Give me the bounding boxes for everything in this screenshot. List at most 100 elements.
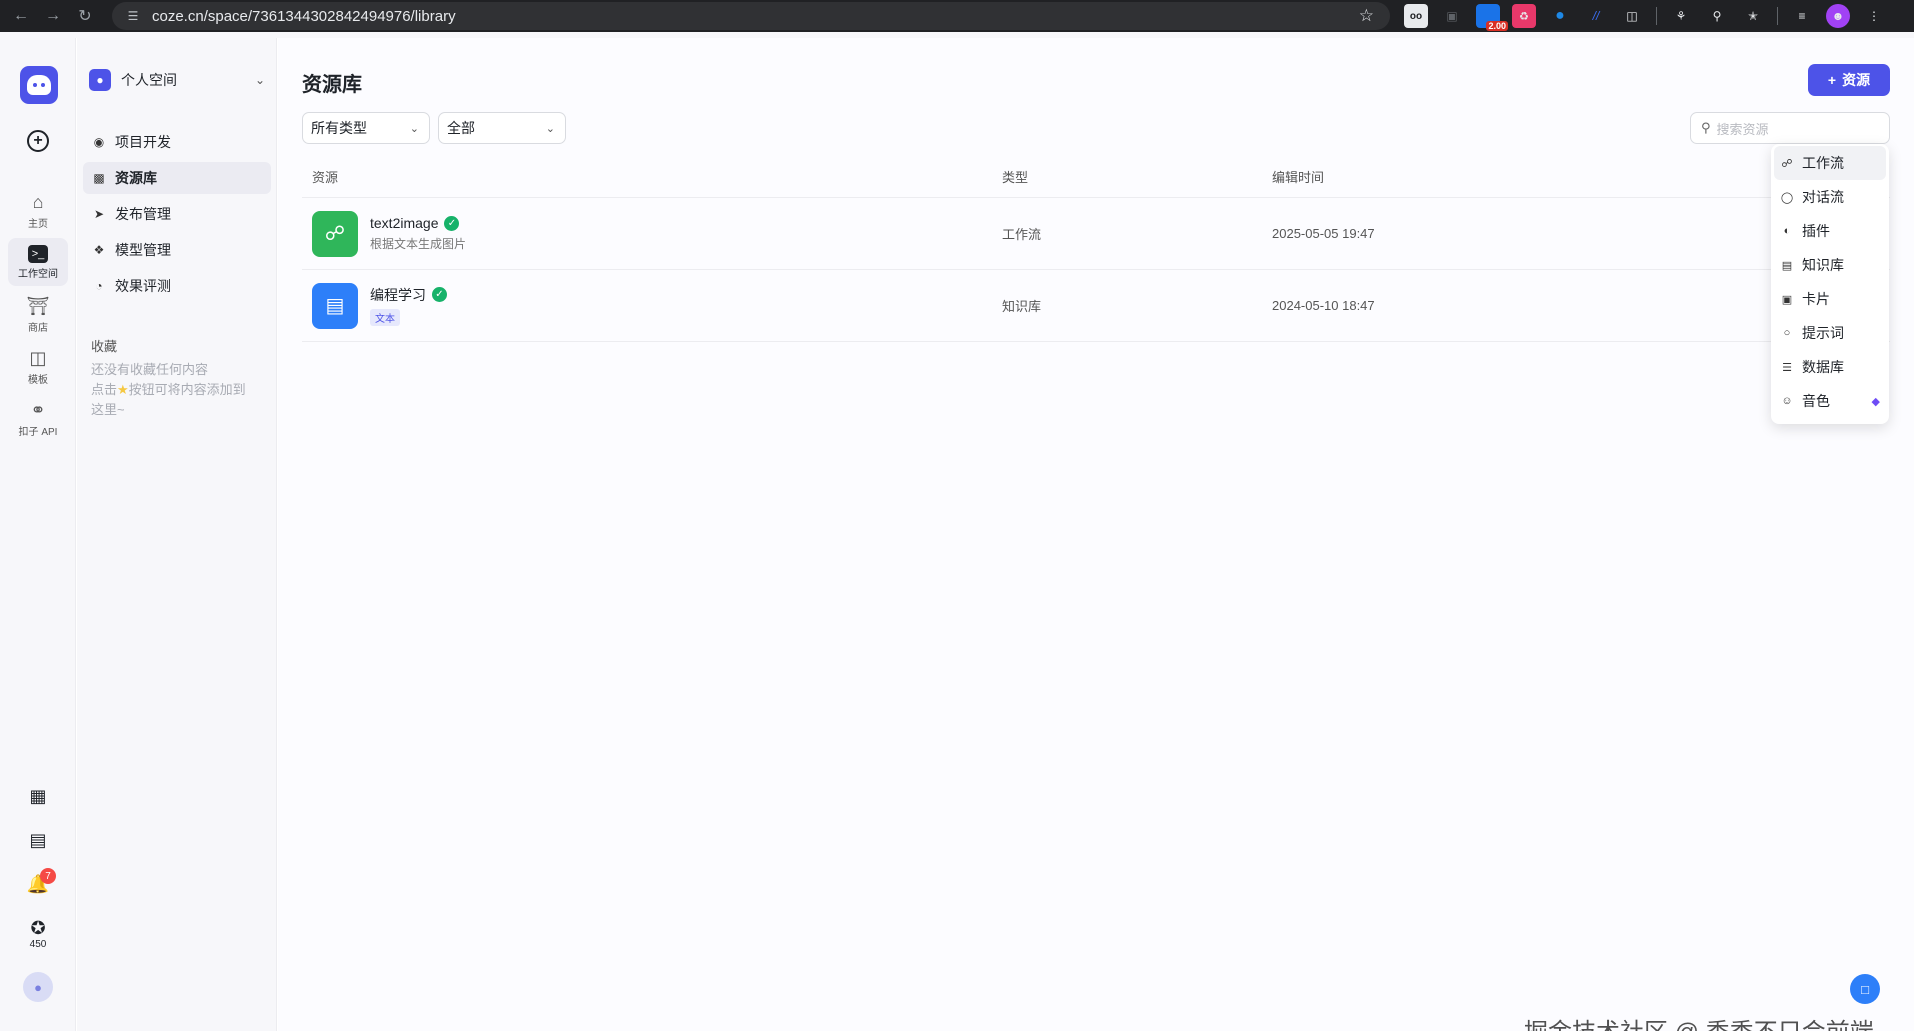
dropdown-item-chatflow[interactable]: ◯ 对话流 bbox=[1774, 180, 1886, 214]
create-plus-icon[interactable]: + bbox=[27, 130, 49, 152]
resource-info: text2image ✓ 根据文本生成图片 bbox=[370, 215, 466, 252]
space-selector[interactable]: ● 个人空间 ⌄ bbox=[89, 62, 265, 98]
plus-icon: + bbox=[1827, 72, 1837, 88]
reload-icon[interactable]: ↻ bbox=[74, 5, 96, 27]
extension-badge: 2.00 bbox=[1486, 21, 1508, 31]
points-value: 450 bbox=[29, 939, 47, 950]
chevron-down-icon: ⌄ bbox=[545, 122, 555, 135]
resource-tag: 文本 bbox=[370, 308, 400, 326]
back-icon[interactable]: ← bbox=[10, 5, 32, 27]
add-resource-dropdown: ☍ 工作流 ◯ 对话流 ◐ 插件 ▤ 知识库 ▣ 卡片 ○ 提示词 ☰ 数据库 … bbox=[1771, 144, 1889, 424]
translate-extension-icon[interactable]: ♻ bbox=[1512, 4, 1536, 28]
favorites-empty-line: 点击★按钮可将内容添加到 bbox=[91, 380, 267, 400]
dropdown-item-prompt[interactable]: ○ 提示词 bbox=[1774, 316, 1886, 350]
resource-description: 根据文本生成图片 bbox=[370, 237, 467, 251]
workspace-sidebar: ● 个人空间 ⌄ ◉ 项目开发 ▩ 资源库 ➤ 发布管理 ❖ 模型管理 ◔ 效果… bbox=[77, 38, 277, 1031]
rail-item-label: 工作空间 bbox=[18, 268, 58, 280]
divider bbox=[1777, 7, 1778, 25]
scope-filter-select[interactable]: 全部 ⌄ bbox=[438, 112, 566, 144]
extension-icon[interactable]: ▣ bbox=[1440, 4, 1464, 28]
accessibility-icon[interactable]: ⚘ bbox=[1669, 4, 1693, 28]
extension-icon[interactable]: 2.00 bbox=[1476, 4, 1508, 31]
model-icon: ❖ bbox=[93, 243, 105, 257]
coze-logo-icon[interactable] bbox=[20, 66, 58, 104]
template-icon: ◫ bbox=[29, 347, 47, 368]
resource-table: 资源 类型 编辑时间 ☍ text2image ✓ 根据文本生成图片 工作流 2… bbox=[302, 156, 1890, 342]
project-icon: ◉ bbox=[93, 135, 105, 149]
extension-icon[interactable]: ● bbox=[1548, 4, 1572, 28]
sidebar-item-library[interactable]: ▩ 资源库 bbox=[83, 162, 271, 194]
rail-item-workspace[interactable]: >_ 工作空间 bbox=[8, 238, 68, 286]
api-link-icon: ⚭ bbox=[30, 399, 46, 420]
points-counter[interactable]: ✪ 450 bbox=[20, 918, 56, 950]
rail-item-templates[interactable]: ◫ 模板 bbox=[8, 342, 68, 390]
table-row[interactable]: ☍ text2image ✓ 根据文本生成图片 工作流 2025-05-05 1… bbox=[302, 198, 1890, 270]
profile-avatar-icon[interactable]: ☻ bbox=[1826, 4, 1850, 28]
dropdown-item-knowledge[interactable]: ▤ 知识库 bbox=[1774, 248, 1886, 282]
apps-grid-icon[interactable]: ▦ bbox=[22, 780, 54, 812]
docs-icon[interactable]: ▤ bbox=[22, 824, 54, 856]
resource-edit-time: 2024-05-10 18:47 bbox=[1272, 298, 1375, 313]
workflow-icon: ☍ bbox=[312, 210, 358, 257]
rail-item-home[interactable]: ⌂ 主页 bbox=[8, 186, 68, 234]
divider bbox=[1656, 7, 1657, 25]
dropdown-item-card[interactable]: ▣ 卡片 bbox=[1774, 282, 1886, 316]
notification-bell-icon[interactable]: 🔔 7 bbox=[22, 868, 56, 900]
rail-item-store[interactable]: ⛩ 商店 bbox=[8, 290, 68, 338]
resource-edit-time: 2025-05-05 19:47 bbox=[1272, 226, 1375, 241]
add-resource-button[interactable]: + 资源 bbox=[1808, 64, 1890, 96]
search-icon: ⚲ bbox=[1701, 120, 1711, 135]
url-text: coze.cn/space/7361344302842494976/librar… bbox=[152, 7, 456, 25]
dropdown-item-plugin[interactable]: ◐ 插件 bbox=[1774, 214, 1886, 248]
sidebar-item-publish[interactable]: ➤ 发布管理 bbox=[83, 198, 271, 230]
sidebar-item-projects[interactable]: ◉ 项目开发 bbox=[83, 126, 271, 158]
forward-icon[interactable]: → bbox=[42, 5, 64, 27]
password-key-icon[interactable]: ⚲ bbox=[1705, 4, 1729, 28]
sidebar-item-models[interactable]: ❖ 模型管理 bbox=[83, 234, 271, 266]
column-header-time: 编辑时间 bbox=[1272, 170, 1325, 185]
dropdown-item-workflow[interactable]: ☍ 工作流 bbox=[1774, 146, 1886, 180]
sidebar-item-label: 资源库 bbox=[115, 170, 157, 186]
type-filter-value: 所有类型 bbox=[311, 120, 367, 136]
terminal-icon: >_ bbox=[28, 244, 48, 263]
column-header-type: 类型 bbox=[1002, 170, 1029, 185]
feedback-chat-button[interactable]: □ bbox=[1850, 974, 1880, 1004]
dropdown-item-label: 工作流 bbox=[1802, 155, 1844, 171]
resource-cell: ☍ text2image ✓ 根据文本生成图片 bbox=[302, 210, 1002, 257]
type-filter-select[interactable]: 所有类型 ⌄ bbox=[302, 112, 430, 144]
favorites-empty-line: 这里~ bbox=[91, 402, 125, 417]
bulb-icon: ○ bbox=[1783, 327, 1791, 339]
user-avatar[interactable]: ● bbox=[23, 972, 53, 1002]
database-icon: ☰ bbox=[1782, 361, 1792, 374]
dropdown-item-label: 知识库 bbox=[1802, 257, 1844, 273]
extension-icon[interactable]: // bbox=[1584, 4, 1608, 28]
search-input[interactable]: ⚲ 搜索资源 bbox=[1690, 112, 1890, 144]
workflow-icon: ☍ bbox=[1781, 157, 1793, 170]
rail-item-label: 扣子 API bbox=[18, 426, 58, 438]
table-row[interactable]: ▤ 编程学习 ✓ 文本 知识库 2024-05-10 18:47 bbox=[302, 270, 1890, 342]
page-title: 资源库 bbox=[302, 74, 362, 96]
rail-item-api[interactable]: ⚭ 扣子 API bbox=[8, 394, 68, 442]
star-icon: ★ bbox=[117, 382, 129, 397]
chevron-down-icon: ⌄ bbox=[409, 122, 419, 135]
site-info-icon[interactable]: ☰ bbox=[124, 7, 142, 25]
library-icon: ▩ bbox=[93, 171, 105, 185]
notification-badge: 7 bbox=[40, 868, 56, 884]
address-bar[interactable]: ☰ coze.cn/space/7361344302842494976/libr… bbox=[112, 2, 1390, 30]
reading-list-icon[interactable]: ≡ bbox=[1790, 4, 1814, 28]
dropdown-item-voice[interactable]: ☺ 音色 ◆ bbox=[1774, 384, 1886, 418]
app-window: + ⌂ 主页 >_ 工作空间 ⛩ 商店 ◫ 模板 ⚭ 扣子 API ▦ ▤ 🔔 … bbox=[0, 38, 1914, 1031]
more-menu-icon[interactable]: ⋮ bbox=[1862, 4, 1886, 28]
rail-item-label: 模板 bbox=[28, 374, 48, 386]
voice-icon: ☺ bbox=[1781, 395, 1793, 407]
chevron-down-icon: ⌄ bbox=[254, 73, 265, 87]
extensions-puzzle-icon[interactable]: ◫ bbox=[1620, 4, 1644, 28]
dropdown-item-label: 提示词 bbox=[1802, 325, 1844, 341]
points-coin-icon: ✪ bbox=[30, 918, 46, 938]
extension-icon[interactable]: oo bbox=[1404, 4, 1428, 28]
bookmark-star-icon[interactable]: ☆ bbox=[1359, 6, 1374, 26]
dropdown-item-database[interactable]: ☰ 数据库 bbox=[1774, 350, 1886, 384]
sidebar-item-evaluation[interactable]: ◔ 效果评测 bbox=[83, 270, 271, 302]
rail-item-label: 商店 bbox=[28, 322, 48, 334]
favorites-star-icon[interactable]: ✭ bbox=[1741, 4, 1765, 28]
